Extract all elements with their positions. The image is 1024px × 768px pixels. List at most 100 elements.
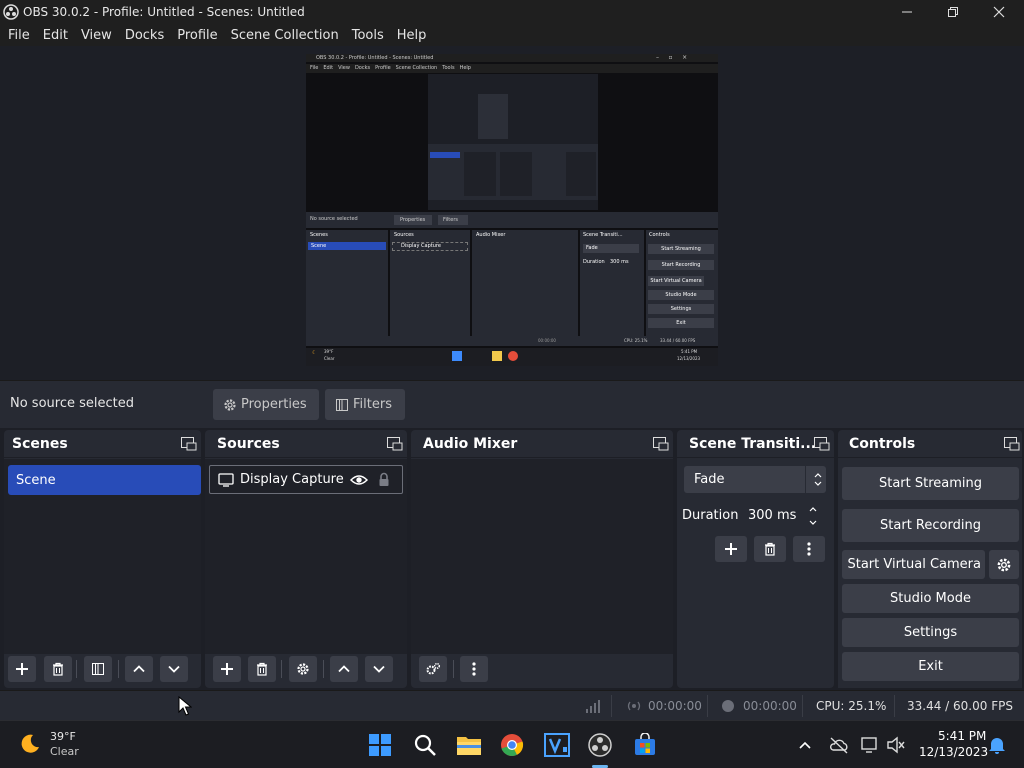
- sources-dock-header: Sources: [205, 430, 407, 458]
- properties-button[interactable]: Properties: [213, 389, 319, 420]
- move-source-up-button[interactable]: [330, 656, 358, 682]
- close-button[interactable]: [976, 0, 1022, 24]
- start-streaming-button[interactable]: Start Streaming: [842, 467, 1019, 500]
- select-divider: [805, 466, 806, 493]
- preview-control: Settings: [648, 304, 714, 314]
- menu-tools[interactable]: Tools: [352, 28, 393, 43]
- microsoft-store-icon[interactable]: [633, 733, 657, 757]
- virtual-camera-settings-button[interactable]: [989, 550, 1019, 579]
- clock-date[interactable]: 12/13/2023: [919, 745, 988, 759]
- mouse-cursor-icon: [178, 696, 192, 716]
- properties-label: Properties: [241, 397, 307, 412]
- menu-file[interactable]: File: [8, 28, 39, 43]
- maximize-button[interactable]: [930, 0, 976, 24]
- move-scene-down-button[interactable]: [160, 656, 188, 682]
- scene-filters-button[interactable]: [84, 656, 112, 682]
- preview-scenes-dock: Scenes Scene: [306, 230, 388, 336]
- obs-logo-icon: [3, 4, 19, 20]
- preview-sources-title: Sources: [394, 232, 414, 238]
- transition-properties-button[interactable]: [793, 536, 825, 562]
- minimize-button[interactable]: [884, 0, 930, 24]
- add-source-button[interactable]: [213, 656, 241, 682]
- duration-spinbox[interactable]: 300 ms: [741, 502, 827, 529]
- search-icon[interactable]: [413, 733, 437, 757]
- notification-bell-icon[interactable]: [988, 735, 1006, 755]
- preview-control: Start Streaming: [648, 244, 714, 254]
- move-source-down-button[interactable]: [365, 656, 393, 682]
- undock-icon[interactable]: [181, 437, 197, 451]
- scenes-dock-header: Scenes: [4, 430, 201, 458]
- add-transition-button[interactable]: [715, 536, 747, 562]
- preview-taskbar: ☾ 39°F Clear 5:41 PM 12/13/2023: [306, 348, 718, 366]
- audio-mixer-area: [411, 459, 673, 654]
- source-list-item[interactable]: Display Capture: [209, 465, 403, 494]
- studio-mode-button[interactable]: Studio Mode: [842, 584, 1019, 613]
- preview-explorer-icon: [492, 351, 502, 361]
- signal-bars-icon: [586, 700, 600, 713]
- preview-filters: Filters: [438, 215, 468, 225]
- preview-window-controls: – ▫ ×: [656, 54, 688, 61]
- menu-profile[interactable]: Profile: [177, 28, 226, 43]
- preview-control: Start Recording: [648, 260, 714, 270]
- preview-moon-icon: ☾: [312, 350, 317, 356]
- chevron-down-icon: [373, 665, 385, 673]
- onedrive-offline-icon[interactable]: [829, 736, 849, 754]
- filters-label: Filters: [353, 397, 392, 412]
- preview-duration-label: Duration: [583, 259, 605, 265]
- preview-menu-item: Tools: [442, 65, 455, 71]
- preview-menu-item: Help: [459, 65, 471, 71]
- transition-select[interactable]: Fade: [684, 466, 826, 493]
- start-virtual-camera-button[interactable]: Start Virtual Camera: [842, 550, 985, 579]
- lock-icon[interactable]: [378, 472, 390, 487]
- scene-transitions-title: Scene Transiti...: [689, 436, 817, 452]
- nested-controls: [566, 152, 596, 196]
- moon-icon: [21, 734, 39, 753]
- status-separator: [802, 695, 803, 717]
- undock-icon[interactable]: [653, 437, 669, 451]
- preview-date: 12/13/2023: [677, 356, 701, 361]
- visual-studio-icon[interactable]: [544, 733, 570, 757]
- plus-icon: [221, 663, 233, 675]
- undock-icon[interactable]: [1004, 437, 1020, 451]
- preview-fps: 33.44 / 60.00 FPS: [660, 338, 696, 343]
- menu-scene-collection[interactable]: Scene Collection: [231, 28, 348, 43]
- move-scene-up-button[interactable]: [125, 656, 153, 682]
- undock-icon[interactable]: [814, 437, 830, 451]
- start-recording-button[interactable]: Start Recording: [842, 509, 1019, 542]
- record-time: 00:00:00: [743, 699, 797, 713]
- file-explorer-icon[interactable]: [456, 733, 482, 757]
- remove-transition-button[interactable]: [754, 536, 786, 562]
- weather-widget[interactable]: 39°F Clear: [16, 729, 86, 761]
- obs-icon[interactable]: [588, 733, 612, 757]
- remove-source-button[interactable]: [248, 656, 276, 682]
- menu-help[interactable]: Help: [397, 28, 436, 43]
- chevron-up-icon[interactable]: [798, 739, 812, 751]
- speaker-muted-icon[interactable]: [886, 736, 906, 754]
- clock-time[interactable]: 5:41 PM: [938, 729, 986, 743]
- chrome-icon[interactable]: [500, 733, 524, 757]
- start-icon[interactable]: [369, 734, 391, 756]
- settings-button[interactable]: Settings: [842, 618, 1019, 647]
- chevron-up-icon: [133, 665, 145, 673]
- menu-view[interactable]: View: [81, 28, 121, 43]
- add-scene-button[interactable]: [8, 656, 36, 682]
- menu-docks[interactable]: Docks: [125, 28, 173, 43]
- menu-bar: File Edit View Docks Profile Scene Colle…: [0, 24, 1024, 46]
- audio-menu-button[interactable]: [460, 656, 488, 682]
- eye-icon[interactable]: [350, 473, 368, 487]
- menu-edit[interactable]: Edit: [43, 28, 77, 43]
- undock-icon[interactable]: [387, 437, 403, 451]
- scene-list-item[interactable]: Scene: [8, 465, 201, 495]
- filters-button[interactable]: Filters: [325, 389, 405, 420]
- preview-transitions-dock: Scene Transiti... Fade Duration 300 ms: [580, 230, 644, 336]
- filter-icon: [92, 663, 104, 675]
- exit-button[interactable]: Exit: [842, 652, 1019, 681]
- network-icon[interactable]: [860, 735, 880, 755]
- advanced-audio-button[interactable]: [419, 656, 447, 682]
- remove-scene-button[interactable]: [44, 656, 72, 682]
- source-properties-button[interactable]: [289, 656, 317, 682]
- preview-chrome-icon: [508, 351, 518, 361]
- spin-arrows-icon[interactable]: [808, 504, 818, 528]
- preview-canvas[interactable]: OBS 30.0.2 - Profile: Untitled - Scenes:…: [306, 54, 718, 366]
- preview-time: 5:41 PM: [681, 349, 698, 354]
